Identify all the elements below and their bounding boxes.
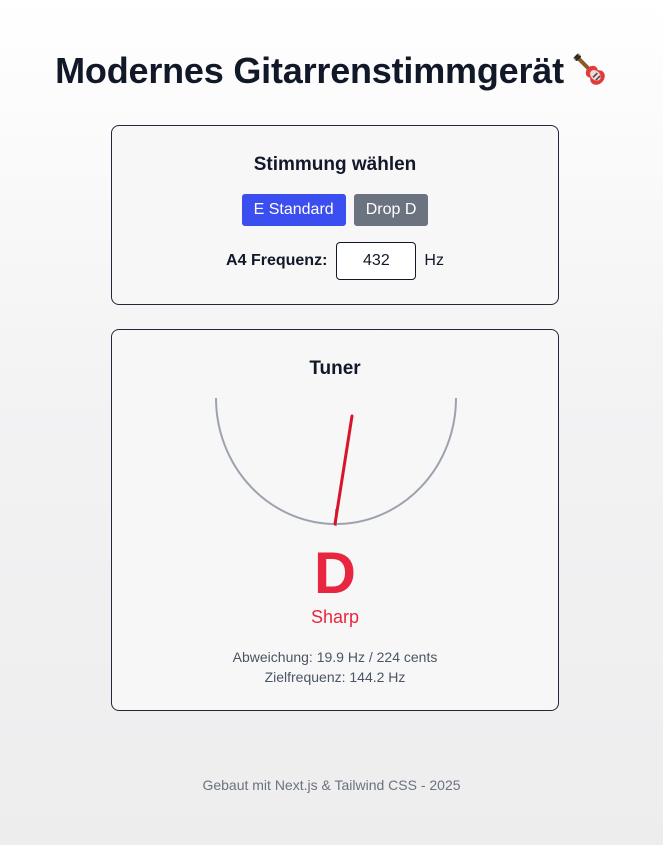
tuner-gauge	[215, 398, 457, 526]
tuner-needle	[333, 414, 354, 526]
a4-frequency-unit: Hz	[424, 252, 444, 269]
a4-frequency-label: A4 Frequenz:	[226, 252, 328, 269]
page-title-text: Modernes Gitarrenstimmgerät	[55, 50, 564, 92]
detected-note: D	[314, 541, 356, 606]
tuning-card: Stimmung wählen E Standard Drop D A4 Freq…	[111, 125, 559, 305]
guitar-icon	[570, 50, 608, 97]
e-standard-button[interactable]: E Standard	[241, 194, 346, 226]
a4-frequency-input[interactable]	[336, 242, 417, 280]
tuning-heading: Stimmung wählen	[253, 154, 417, 175]
tuning-button-group: E Standard Drop D	[112, 194, 558, 226]
page-title: Modernes Gitarrenstimmgerät	[0, 50, 663, 97]
tuning-status: Sharp	[310, 607, 360, 627]
tuner-heading: Tuner	[309, 358, 361, 379]
tuner-card: Tuner D Sharp Abweichung: 19.9 Hz / 224 …	[111, 329, 559, 711]
drop-d-button[interactable]: Drop D	[353, 194, 429, 226]
target-frequency-text: Zielfrequenz: 144.2 Hz	[264, 669, 406, 685]
footer-text: Gebaut mit Next.js & Tailwind CSS - 2025	[202, 777, 461, 793]
deviation-text: Abweichung: 19.9 Hz / 224 cents	[232, 649, 438, 665]
a4-frequency-row: A4 Frequenz: Hz	[112, 242, 558, 280]
gauge-arc	[215, 398, 457, 525]
